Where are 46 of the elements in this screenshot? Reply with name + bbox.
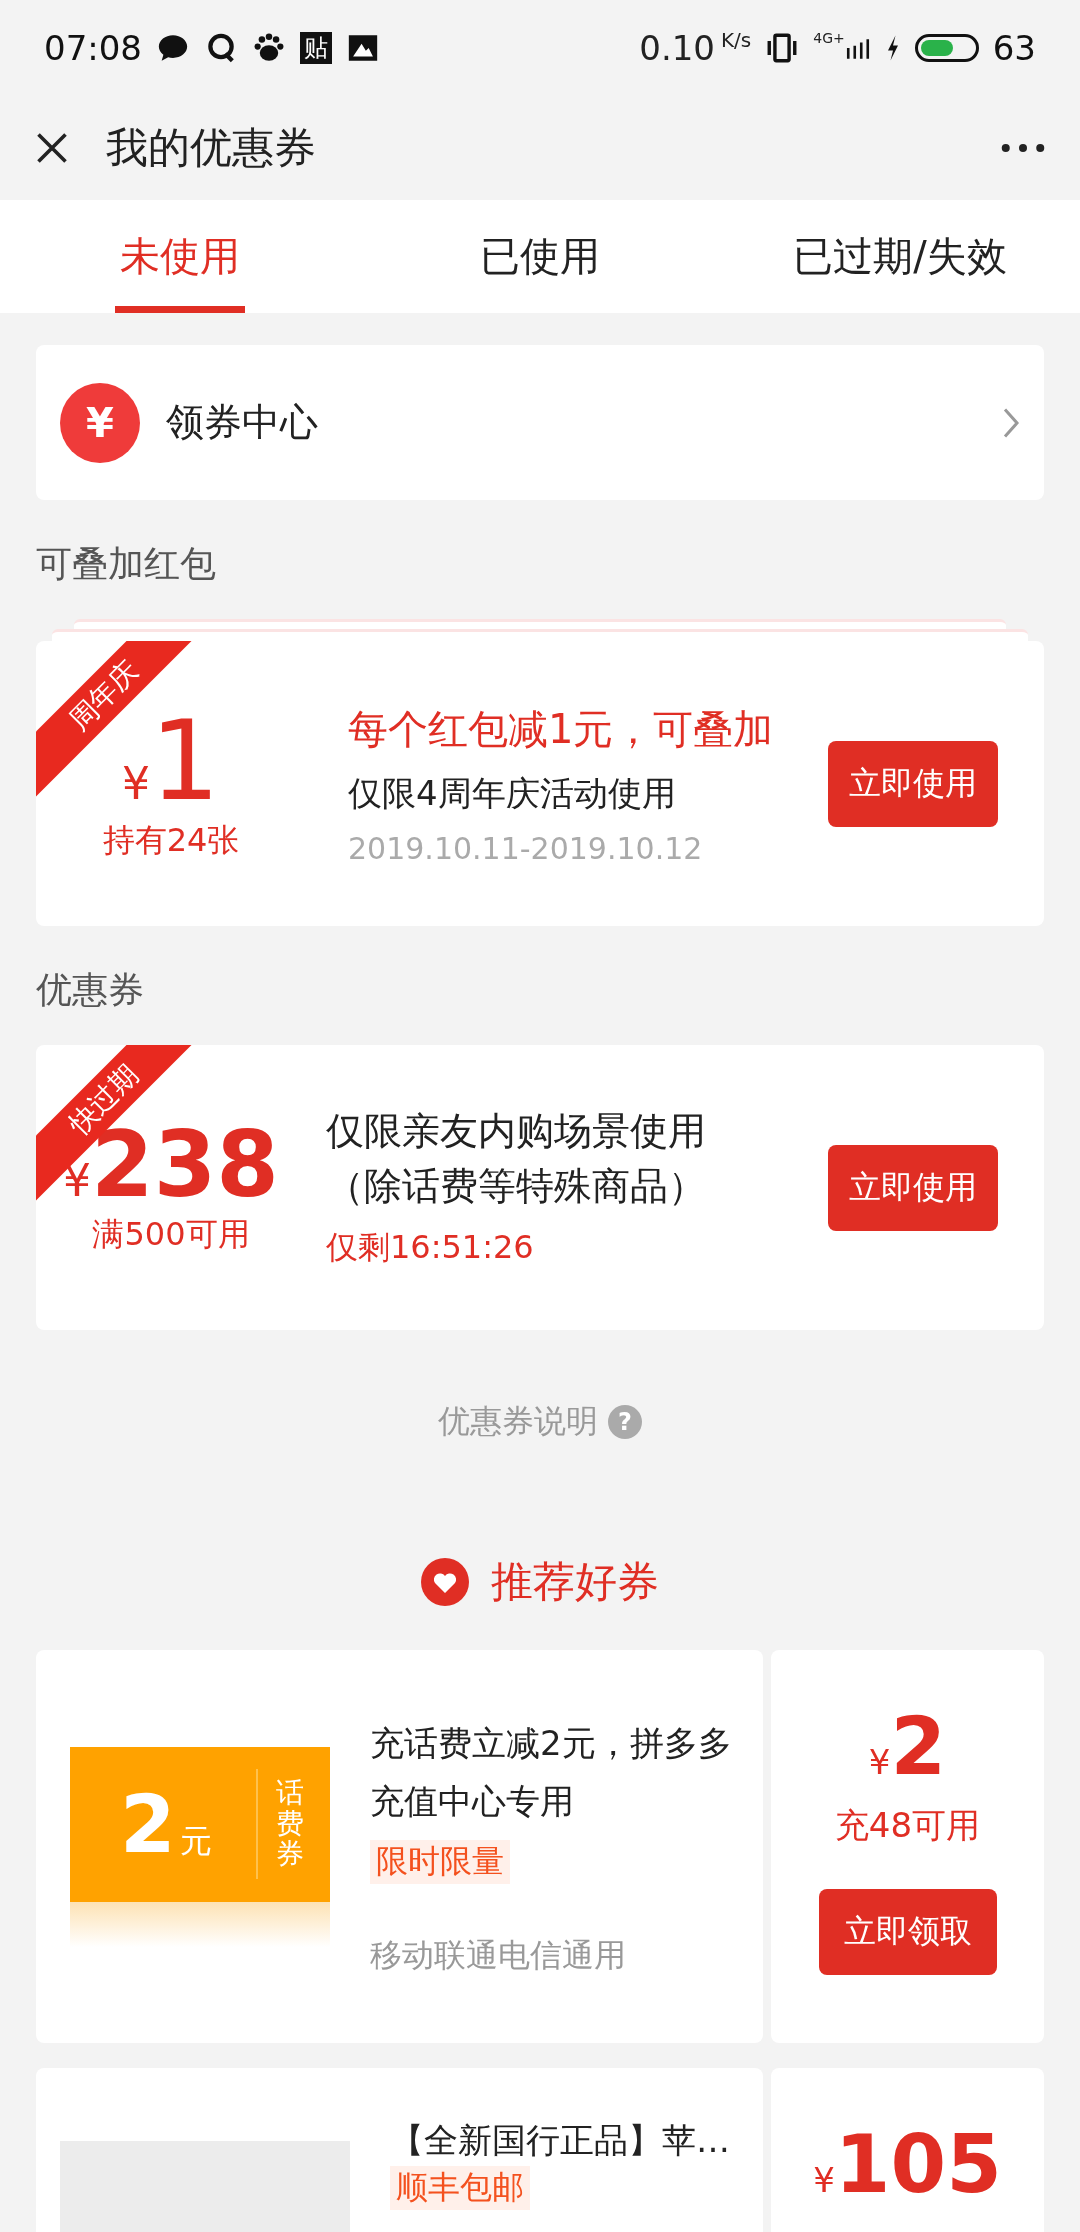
heart-badge-icon (421, 1558, 469, 1606)
speed-unit: K/s (720, 28, 752, 52)
help-icon[interactable]: ? (608, 1405, 642, 1439)
section-title: 可叠加红包 (36, 542, 217, 586)
coupon-info-link[interactable]: 优惠券说明 (438, 1400, 598, 1444)
status-time: 07:08 (44, 28, 142, 68)
description: 仅限4周年庆活动使用 (348, 771, 677, 815)
countdown: 仅剩16:51:26 (326, 1226, 535, 1268)
offer-title: 充话费立减2元，拼多多充值中心专用 (370, 1721, 733, 1823)
battery-percent: 63 (992, 28, 1036, 68)
price: 105 (834, 2118, 1002, 2211)
condition-text: 充48可用 (834, 1804, 981, 1847)
section-title: 优惠券 (36, 968, 145, 1012)
network-speed: 0.10 (639, 28, 715, 68)
more-icon[interactable] (1000, 142, 1046, 154)
headline: 每个红包减1元，可叠加 (348, 704, 775, 754)
offer-tag: 限时限量 (370, 1840, 510, 1885)
tab[interactable]: 已使用 (360, 200, 720, 313)
voucher-unit: 元 (179, 1821, 212, 1862)
coupon-center-link[interactable]: ¥ 领券中心 (36, 345, 1044, 500)
battery-icon (914, 34, 979, 62)
currency-sign: ¥ (868, 1742, 891, 1782)
voucher-amount: 2 (120, 1777, 176, 1871)
currency-sign: ¥ (813, 2160, 835, 2200)
offer-tag: 顺丰包邮 (390, 2166, 530, 2211)
amount: 1 (150, 703, 220, 820)
ticket-icon: ¥ (60, 382, 140, 463)
app-badge: 贴 (300, 32, 332, 64)
offer-note: 移动联通电信通用 (370, 1935, 626, 1977)
section-title: 推荐好券 (491, 1556, 659, 1608)
currency-sign: ¥ (122, 757, 150, 809)
tab[interactable]: 已过期/失效 (720, 200, 1080, 313)
tab[interactable]: 未使用 (0, 200, 360, 313)
validity-date: 2019.10.11-2019.10.12 (348, 830, 704, 866)
claim-button[interactable]: 立即领取 (818, 1889, 997, 1975)
page-title: 我的优惠券 (106, 122, 316, 174)
network-type: 4G+ (813, 30, 845, 46)
voucher-type: 话费券 (275, 1777, 304, 1871)
condition-text: 满500可用 (92, 1213, 250, 1255)
description: （除话费等特殊商品） (326, 1162, 707, 1210)
use-button[interactable]: 立即使用 (828, 740, 998, 827)
offer-title: 【全新国行正品】苹… (390, 2119, 730, 2162)
description: 仅限亲友内购场景使用 (326, 1107, 707, 1155)
price: 2 (890, 1700, 947, 1793)
quantity-text: 持有24张 (102, 820, 240, 862)
use-button[interactable]: 立即使用 (828, 1144, 998, 1231)
